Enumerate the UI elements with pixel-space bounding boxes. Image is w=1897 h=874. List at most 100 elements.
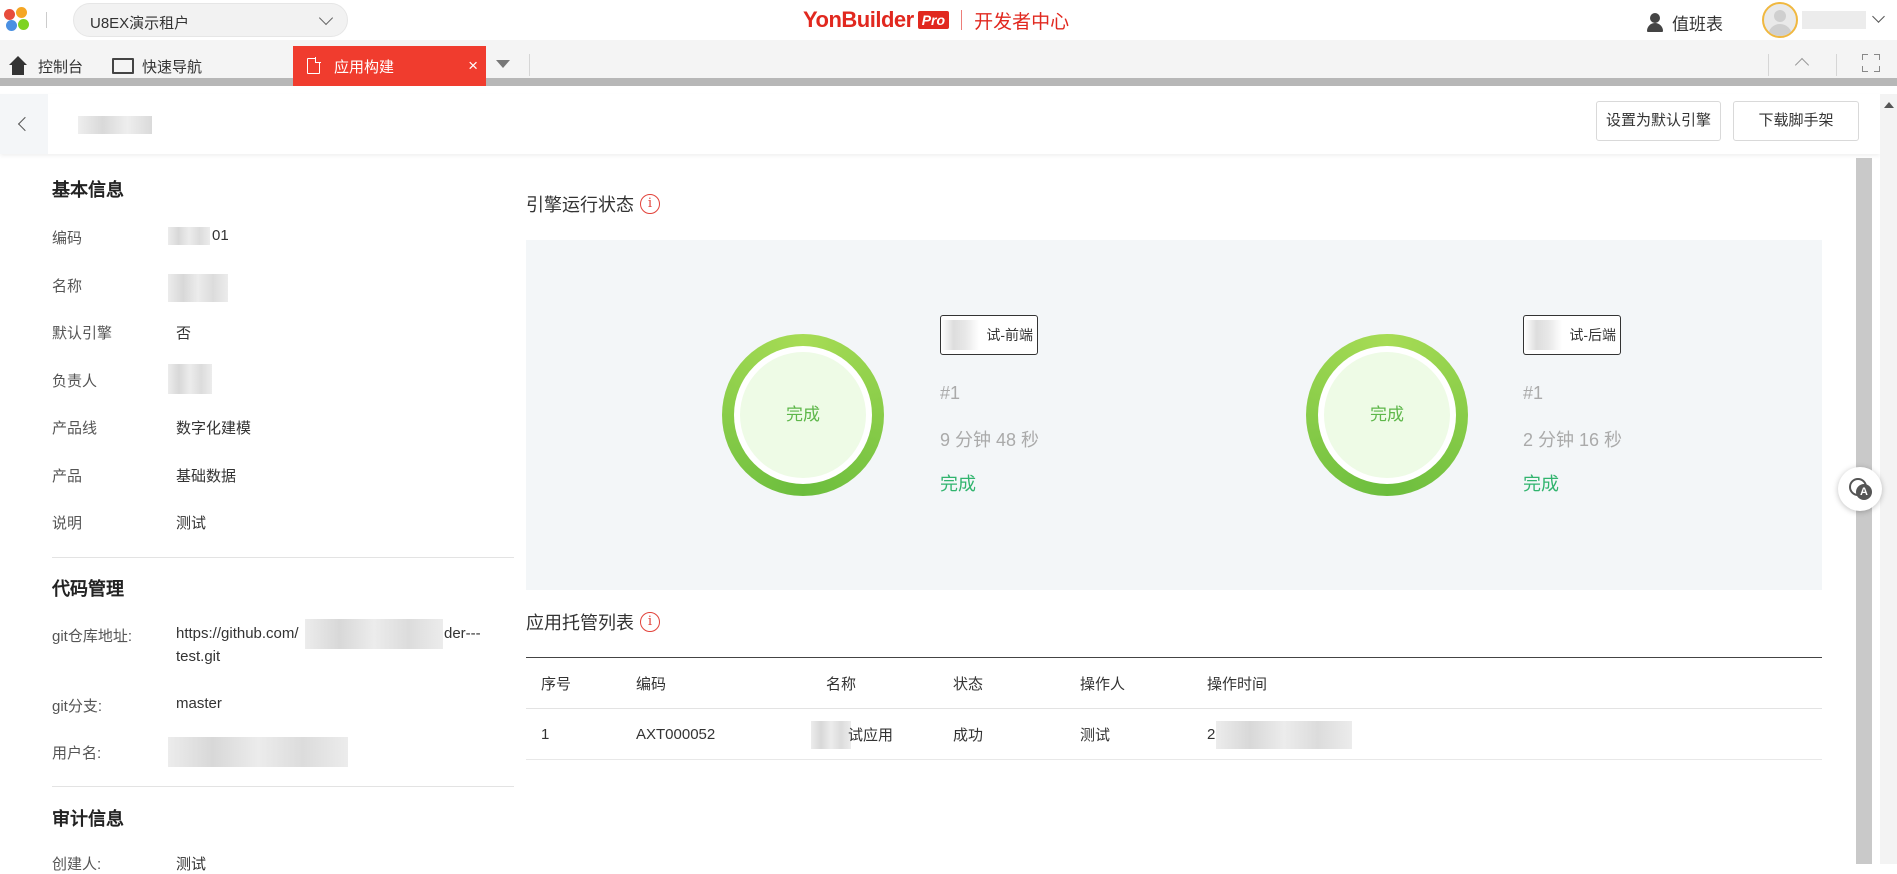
- cell-code: AXT000052: [621, 708, 811, 760]
- tenant-selector[interactable]: U8EX演示租户: [73, 3, 348, 37]
- scroll-thumb[interactable]: [1856, 158, 1872, 864]
- field-label-branch: git分支:: [52, 698, 103, 715]
- avatar[interactable]: [1762, 2, 1798, 38]
- tab-dropdown-icon[interactable]: [496, 60, 510, 68]
- column-header-time: 操作时间: [1192, 657, 1822, 709]
- field-value-branch: master: [176, 695, 222, 712]
- chevron-up-icon: [1794, 57, 1810, 73]
- tab-bar: 控制台 快速导航 应用构建 ×: [0, 40, 1897, 86]
- field-value-repo-suffix: der---: [444, 625, 481, 642]
- build-duration: 2 分钟 16 秒: [1523, 430, 1623, 450]
- blurred-value: [168, 274, 228, 302]
- field-label-code: 编码: [52, 230, 83, 247]
- blurred-value: [168, 227, 210, 245]
- brand-logo: YonBuilder Pro 开发者中心: [803, 7, 1070, 33]
- field-label-default-engine: 默认引擎: [52, 325, 113, 342]
- app-logo-icon[interactable]: [4, 7, 34, 33]
- divider: [46, 12, 47, 28]
- brand-subtitle: 开发者中心: [974, 11, 1070, 33]
- column-header-operator: 操作人: [1065, 657, 1192, 709]
- status-ring: 完成: [722, 334, 884, 496]
- cell-time-text: 2: [1207, 725, 1216, 743]
- top-bar: U8EX演示租户 YonBuilder Pro 开发者中心 值班表: [0, 0, 1897, 40]
- chevron-down-icon: [318, 10, 334, 26]
- blurred-value: [168, 364, 212, 394]
- hosting-list-title: 应用托管列表 i: [526, 609, 660, 635]
- engine-tag[interactable]: 试-后端: [1523, 315, 1621, 355]
- cell-name: 试应用: [811, 708, 938, 760]
- chevron-down-icon[interactable]: [1872, 10, 1885, 23]
- table-row[interactable]: 1 AXT000052 试应用 成功 测试 2: [526, 708, 1822, 760]
- field-label-repo: git仓库地址:: [52, 628, 133, 645]
- column-header-status: 状态: [938, 657, 1065, 709]
- field-value-product-line: 数字化建模: [176, 420, 252, 437]
- divider: [529, 54, 530, 76]
- engine-tag-label: 试-前端: [986, 327, 1033, 343]
- section-title-audit: 审计信息: [52, 809, 124, 829]
- field-value-product: 基础数据: [176, 468, 237, 485]
- page-header: 设置为默认引擎 下载脚手架: [0, 94, 1880, 154]
- fullscreen-icon: [1862, 54, 1880, 72]
- ring-text: 完成: [740, 352, 866, 478]
- user-name-blurred[interactable]: [1802, 11, 1866, 29]
- build-duration: 9 分钟 48 秒: [940, 430, 1040, 450]
- duty-label: 值班表: [1672, 15, 1723, 34]
- floating-assistant-button[interactable]: A: [1838, 467, 1882, 511]
- field-label-product-line: 产品线: [52, 420, 98, 437]
- fullscreen-button[interactable]: [1858, 52, 1882, 74]
- section-title-basic: 基本信息: [52, 180, 124, 200]
- blurred-value: [305, 619, 443, 649]
- back-button[interactable]: [0, 94, 48, 154]
- blurred-value: [1216, 721, 1352, 749]
- chevron-left-icon: [17, 116, 33, 132]
- field-value-code: 01: [212, 227, 229, 244]
- divider: [961, 10, 963, 30]
- tab-console[interactable]: 控制台: [8, 46, 83, 86]
- divider: [52, 557, 514, 558]
- field-value-repo-prefix: https://github.com/: [176, 625, 299, 642]
- cell-operator: 测试: [1065, 708, 1192, 760]
- brand-badge: Pro: [917, 11, 950, 29]
- home-icon: [8, 56, 28, 76]
- scroll-up-icon[interactable]: [1884, 102, 1894, 108]
- engine-tag-label: 试-后端: [1569, 327, 1616, 343]
- person-icon: [1646, 12, 1664, 33]
- page-title-blurred: [78, 116, 152, 134]
- document-icon: [307, 57, 321, 74]
- collapse-button[interactable]: [1790, 52, 1814, 74]
- brand-name: YonBuilder: [803, 7, 914, 32]
- cell-status: 成功: [938, 708, 1065, 760]
- blurred-value: [168, 737, 348, 767]
- field-label-username: 用户名:: [52, 745, 102, 762]
- divider: [1836, 54, 1837, 76]
- engine-status-title: 引擎运行状态 i: [526, 191, 660, 217]
- column-header-index: 序号: [526, 657, 621, 709]
- engine-tag[interactable]: 试-前端: [940, 315, 1038, 355]
- set-default-engine-button[interactable]: 设置为默认引擎: [1596, 101, 1721, 141]
- tab-label: 应用构建: [334, 58, 395, 76]
- tenant-name: U8EX演示租户: [90, 15, 190, 32]
- duty-roster-link[interactable]: 值班表: [1646, 10, 1723, 35]
- column-header-name: 名称: [811, 657, 938, 709]
- field-label-name: 名称: [52, 278, 83, 295]
- info-icon[interactable]: i: [640, 612, 660, 632]
- monitor-icon: [112, 56, 134, 76]
- field-value-description: 测试: [176, 515, 207, 532]
- cell-time: 2: [1192, 708, 1822, 760]
- download-scaffold-button[interactable]: 下载脚手架: [1733, 101, 1859, 141]
- field-label-owner: 负责人: [52, 373, 98, 390]
- table-header-row: 序号 编码 名称 状态 操作人 操作时间: [526, 657, 1822, 709]
- tab-label: 控制台: [38, 58, 84, 76]
- build-number: #1: [1523, 383, 1544, 403]
- field-value-repo-line2: test.git: [176, 648, 221, 665]
- tab-quick-nav[interactable]: 快速导航: [112, 46, 202, 86]
- tab-app-build[interactable]: 应用构建 ×: [293, 46, 486, 86]
- blurred-value: [1524, 320, 1562, 350]
- tab-label: 快速导航: [142, 58, 203, 76]
- engine-status-panel: [526, 240, 1822, 590]
- close-icon[interactable]: ×: [468, 56, 478, 76]
- cell-index: 1: [526, 708, 621, 760]
- scrollbar[interactable]: [1880, 94, 1897, 864]
- hosting-list-label: 应用托管列表: [526, 613, 634, 633]
- info-icon[interactable]: i: [640, 194, 660, 214]
